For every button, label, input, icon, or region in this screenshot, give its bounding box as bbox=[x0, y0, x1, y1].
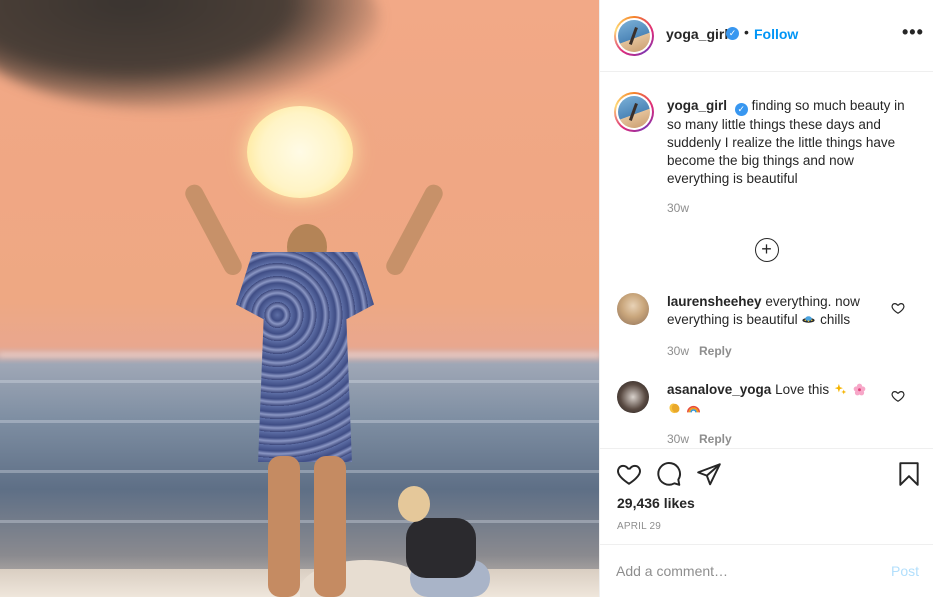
author-avatar[interactable] bbox=[614, 16, 654, 56]
comment-input[interactable] bbox=[616, 559, 866, 583]
post-side-panel: yoga_girl ✓ • Follow ••• yoga_girl ✓ fin… bbox=[599, 0, 933, 597]
caption-username[interactable]: yoga_girl bbox=[667, 98, 727, 113]
floral-dress bbox=[236, 252, 374, 462]
child-head bbox=[398, 486, 430, 522]
verified-badge-icon: ✓ bbox=[734, 103, 748, 116]
woman-leg bbox=[314, 456, 346, 597]
comment-like-heart-icon[interactable] bbox=[891, 301, 905, 315]
comment-timestamp[interactable]: 30w bbox=[667, 344, 689, 358]
post-comment-button[interactable]: Post bbox=[891, 563, 919, 579]
ufo-icon bbox=[802, 316, 815, 323]
raised-right-arm bbox=[383, 181, 446, 279]
avatar-image bbox=[618, 20, 650, 52]
child-figure bbox=[380, 480, 490, 597]
more-options-icon[interactable]: ••• bbox=[902, 22, 924, 43]
author-username[interactable]: yoga_girl bbox=[666, 26, 728, 42]
separator-dot: • bbox=[744, 24, 749, 40]
commenter-avatar[interactable] bbox=[617, 293, 649, 325]
follow-button[interactable]: Follow bbox=[754, 26, 798, 42]
bookmark-icon[interactable] bbox=[896, 461, 922, 487]
comment-icon[interactable] bbox=[656, 461, 682, 487]
reply-button[interactable]: Reply bbox=[699, 432, 732, 446]
raised-left-arm bbox=[182, 181, 245, 279]
post-actions-bar: 29,436 likes APRIL 29 bbox=[600, 448, 933, 544]
post-photo[interactable] bbox=[0, 0, 599, 597]
tree-foliage bbox=[0, 0, 380, 110]
post-header: yoga_girl ✓ • Follow ••• bbox=[600, 0, 933, 72]
comment-body: Love this bbox=[775, 382, 830, 397]
plus-circle-icon: + bbox=[761, 239, 772, 259]
comment-text: laurensheehey everything. now everything… bbox=[667, 293, 887, 329]
sparkles-icon bbox=[834, 383, 847, 395]
child-body bbox=[406, 518, 476, 578]
commenter-username[interactable]: laurensheehey bbox=[667, 294, 762, 309]
comment-body-end: chills bbox=[820, 312, 851, 327]
heart-icon[interactable] bbox=[616, 461, 642, 487]
comment-timestamp[interactable]: 30w bbox=[667, 432, 689, 446]
woman-leg bbox=[268, 456, 300, 597]
comments-area[interactable]: yoga_girl ✓ finding so much beauty in so… bbox=[600, 72, 933, 448]
rainbow-icon bbox=[686, 405, 700, 413]
caption-author-avatar[interactable] bbox=[614, 92, 654, 132]
load-more-comments-button[interactable]: + bbox=[755, 238, 779, 262]
reply-button[interactable]: Reply bbox=[699, 344, 732, 358]
avatar-image bbox=[618, 96, 650, 128]
caption-timestamp[interactable]: 30w bbox=[667, 201, 689, 215]
cherry-blossom-icon bbox=[853, 383, 866, 396]
clapping-hands-icon bbox=[669, 403, 680, 414]
caption-text: yoga_girl ✓ finding so much beauty in so… bbox=[667, 97, 917, 188]
post-date[interactable]: APRIL 29 bbox=[617, 521, 661, 532]
commenter-username[interactable]: asanalove_yoga bbox=[667, 382, 771, 397]
comment-like-heart-icon[interactable] bbox=[891, 389, 905, 403]
commenter-avatar[interactable] bbox=[617, 381, 649, 413]
verified-badge-icon: ✓ bbox=[726, 27, 739, 40]
add-comment-bar: Post bbox=[600, 544, 933, 597]
share-icon[interactable] bbox=[696, 461, 722, 487]
comment-text: asanalove_yoga Love this bbox=[667, 381, 887, 417]
like-count[interactable]: 29,436 likes bbox=[617, 495, 695, 511]
